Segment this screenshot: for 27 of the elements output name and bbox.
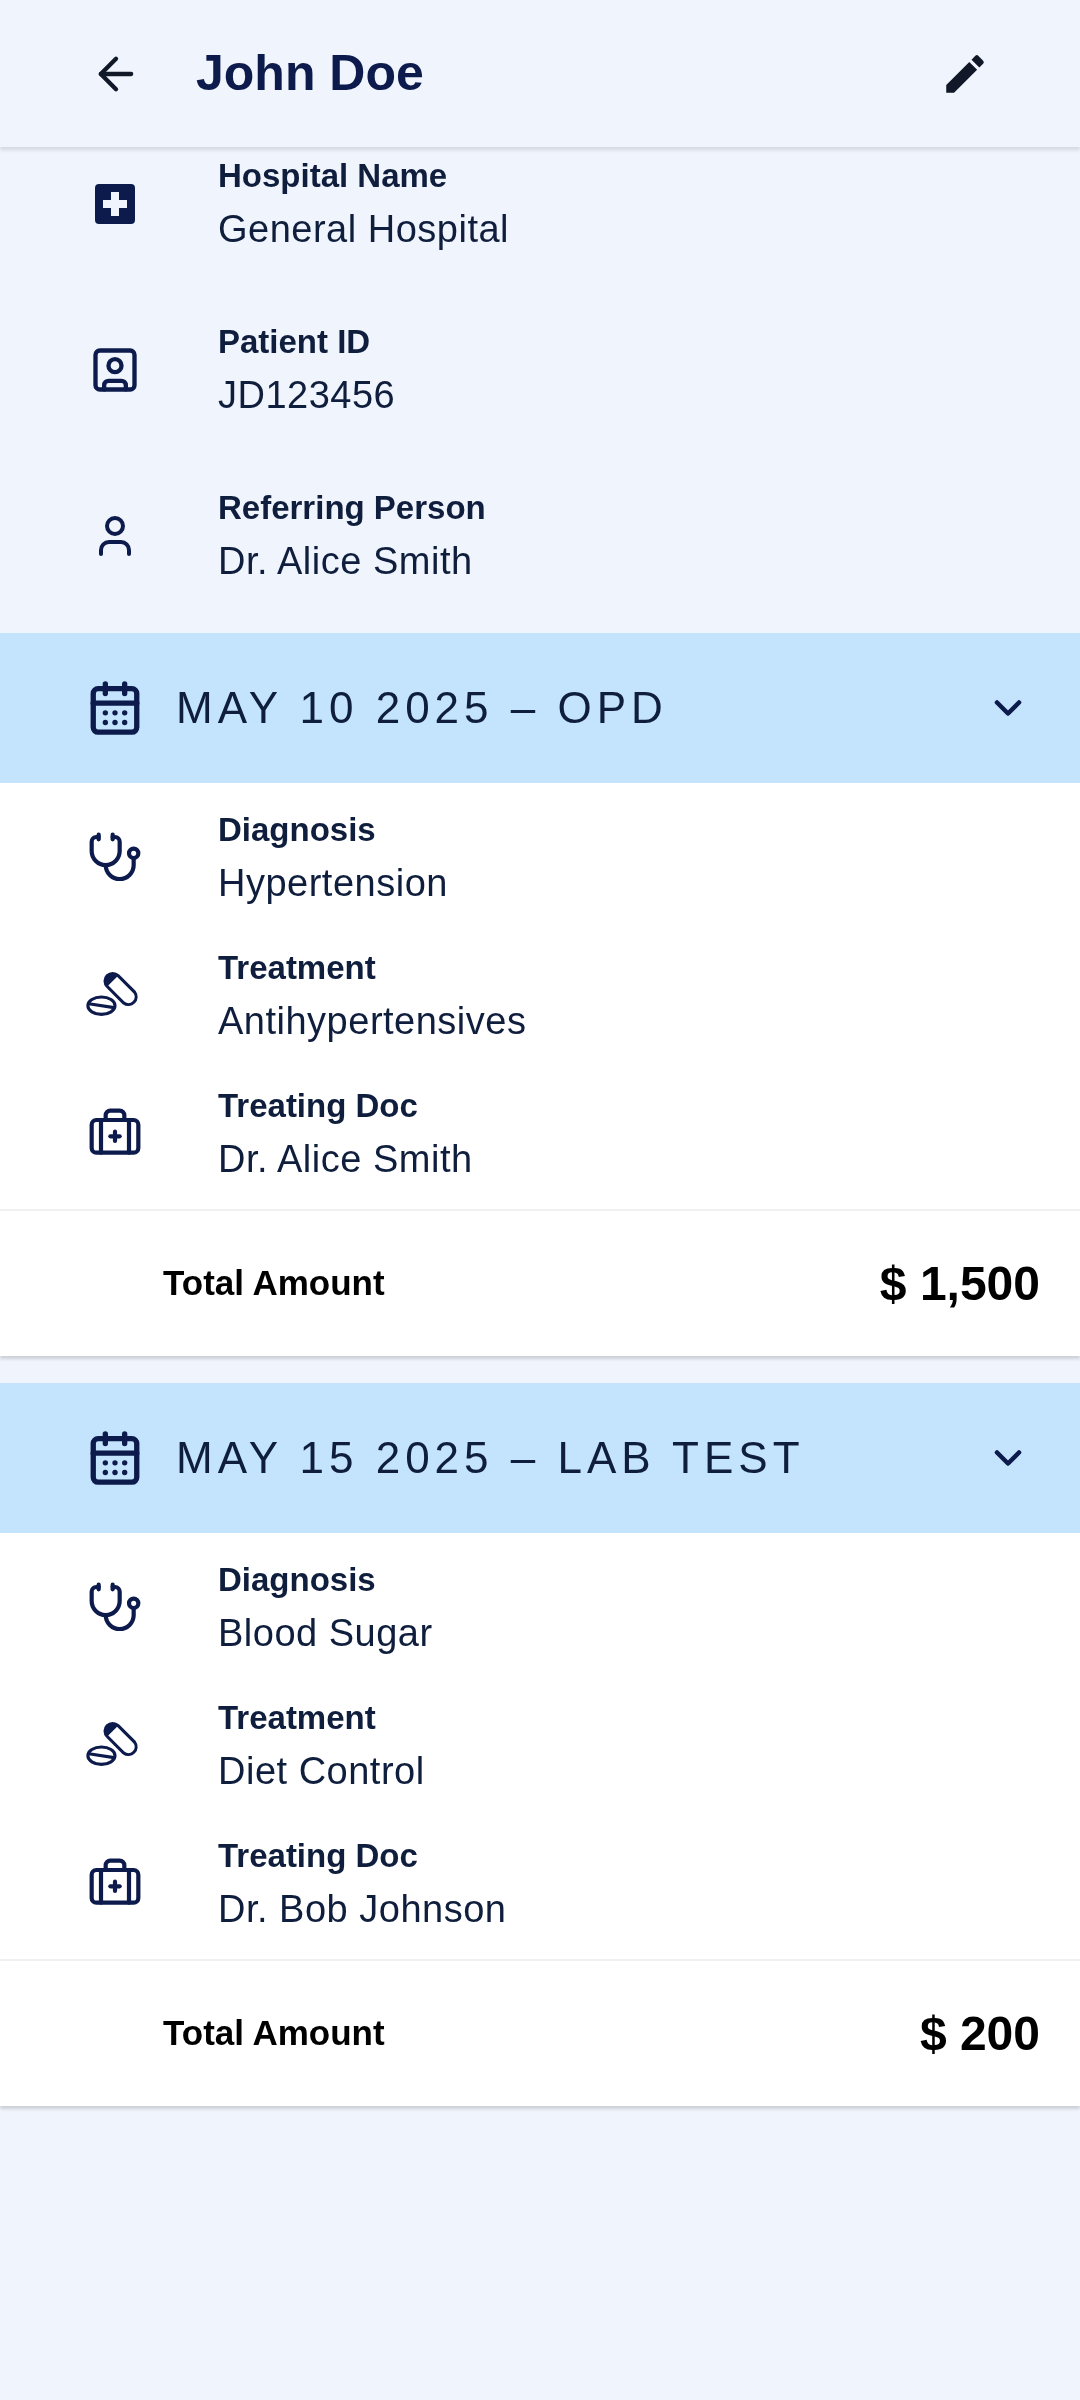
field-value: Blood Sugar xyxy=(218,1610,433,1656)
field-label: Patient ID xyxy=(218,321,372,362)
field-label: Treatment xyxy=(218,947,377,988)
total-label: Total Amount xyxy=(163,2012,385,2055)
field-value: Dr. Alice Smith xyxy=(218,1136,473,1182)
field-value: Dr. Alice Smith xyxy=(218,538,474,584)
field-value: General Hospital xyxy=(218,206,510,252)
field-value: Dr. Bob Johnson xyxy=(218,1886,507,1932)
field-label: Referring Person xyxy=(218,487,486,528)
total-amount: $ 200 xyxy=(919,2005,1040,2062)
field-label: Treatment xyxy=(218,1697,377,1738)
visit-header[interactable]: MAY 15 2025 – LAB TEST xyxy=(0,1383,1080,1533)
field-label: Treating Doc xyxy=(218,1085,419,1126)
visit-title: MAY 10 2025 – OPD xyxy=(176,682,669,734)
total-amount: $ 1,500 xyxy=(879,1255,1040,1312)
field-value: JD123456 xyxy=(218,372,396,418)
field-label: Diagnosis xyxy=(218,1559,377,1600)
field-value: Antihypertensives xyxy=(218,998,527,1044)
field-value: Hypertension xyxy=(218,860,448,906)
field-label: Hospital Name xyxy=(218,155,449,196)
visit-title: MAY 15 2025 – LAB TEST xyxy=(176,1432,806,1484)
visit-header[interactable]: MAY 10 2025 – OPD xyxy=(0,633,1080,783)
field-value: Diet Control xyxy=(218,1748,425,1794)
total-label: Total Amount xyxy=(163,1262,385,1305)
app-bar-title: John Doe xyxy=(196,44,425,103)
field-label: Treating Doc xyxy=(218,1835,419,1876)
field-label: Diagnosis xyxy=(218,809,377,850)
